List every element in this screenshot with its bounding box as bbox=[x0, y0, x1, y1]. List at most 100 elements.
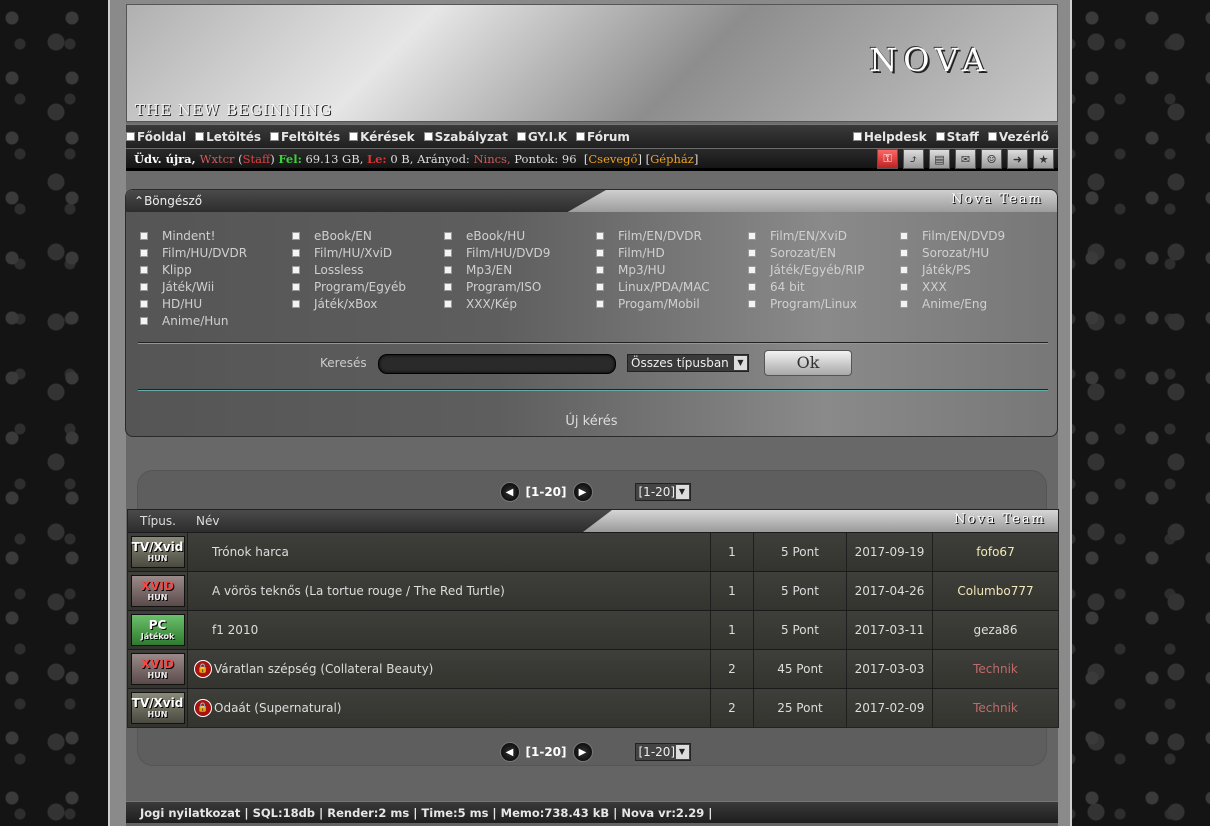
category-item[interactable]: XXX/Kép bbox=[444, 296, 596, 312]
category-checkbox[interactable] bbox=[292, 283, 300, 291]
search-input[interactable] bbox=[378, 354, 616, 374]
category-item[interactable]: Anime/Eng bbox=[900, 296, 1052, 312]
category-item[interactable]: Film/EN/DVD9 bbox=[900, 228, 1052, 244]
next-page-icon[interactable]: ▶ bbox=[572, 742, 593, 762]
category-item[interactable]: Film/HU/DVDR bbox=[140, 245, 292, 261]
category-checkbox[interactable] bbox=[140, 283, 148, 291]
category-item[interactable]: Linux/PDA/MAC bbox=[596, 279, 748, 295]
category-item[interactable]: Program/Egyéb bbox=[292, 279, 444, 295]
category-checkbox[interactable] bbox=[444, 283, 452, 291]
category-checkbox[interactable] bbox=[900, 249, 908, 257]
request-name-link[interactable]: Trónok harca bbox=[212, 545, 289, 559]
category-checkbox[interactable] bbox=[292, 249, 300, 257]
category-checkbox[interactable] bbox=[292, 300, 300, 308]
nav-item-right0[interactable]: Helpdesk bbox=[853, 130, 927, 144]
category-checkbox[interactable] bbox=[596, 283, 604, 291]
nav-item-left6[interactable]: Fórum bbox=[576, 130, 630, 144]
category-item[interactable]: HD/HU bbox=[140, 296, 292, 312]
category-checkbox[interactable] bbox=[292, 232, 300, 240]
category-item[interactable]: Progam/Mobil bbox=[596, 296, 748, 312]
category-item[interactable]: Mp3/EN bbox=[444, 262, 596, 278]
category-badge[interactable]: TV/Xvid HUN bbox=[130, 692, 185, 724]
category-item[interactable]: Mindent! bbox=[140, 228, 292, 244]
chat-link[interactable]: Csevegő bbox=[588, 152, 637, 166]
category-item[interactable]: Lossless bbox=[292, 262, 444, 278]
category-checkbox[interactable] bbox=[444, 300, 452, 308]
category-item[interactable]: Film/EN/DVDR bbox=[596, 228, 748, 244]
prev-page-icon[interactable]: ◀ bbox=[499, 482, 520, 502]
ok-button[interactable]: Ok bbox=[764, 350, 852, 376]
key-icon[interactable]: ⚿ bbox=[877, 149, 898, 169]
category-checkbox[interactable] bbox=[748, 232, 756, 240]
category-checkbox[interactable] bbox=[140, 317, 148, 325]
category-checkbox[interactable] bbox=[140, 300, 148, 308]
nav-item-left3[interactable]: Kérések bbox=[349, 130, 415, 144]
category-checkbox[interactable] bbox=[444, 249, 452, 257]
category-item[interactable]: Film/HD bbox=[596, 245, 748, 261]
category-checkbox[interactable] bbox=[140, 249, 148, 257]
category-badge[interactable]: PC Játékok bbox=[130, 614, 185, 646]
category-item[interactable]: eBook/HU bbox=[444, 228, 596, 244]
category-checkbox[interactable] bbox=[596, 300, 604, 308]
category-checkbox[interactable] bbox=[748, 249, 756, 257]
category-checkbox[interactable] bbox=[140, 232, 148, 240]
table-row[interactable]: TV/Xvid HUN 🔒 Odaát (Supernatural) 2 25 Pont 2… bbox=[128, 688, 1058, 727]
request-name-link[interactable]: f1 2010 bbox=[212, 623, 258, 637]
table-row[interactable]: PC Játékok f1 2010 1 5 Pont 2017-03-11 geza86 bbox=[128, 610, 1058, 649]
category-item[interactable]: 64 bit bbox=[748, 279, 900, 295]
request-name-link[interactable]: A vörös teknős (La tortue rouge / The Re… bbox=[212, 584, 505, 598]
page-select[interactable]: [1-20] ▼ bbox=[634, 483, 691, 501]
category-item[interactable]: Film/EN/XviD bbox=[748, 228, 900, 244]
category-checkbox[interactable] bbox=[292, 266, 300, 274]
nav-item-left4[interactable]: Szabályzat bbox=[424, 130, 508, 144]
type-select[interactable]: Összes típusban ▼ bbox=[627, 354, 749, 372]
category-badge[interactable]: XVID HUN bbox=[130, 653, 185, 685]
category-badge[interactable]: TV/Xvid HUN bbox=[130, 536, 185, 568]
nav-item-left5[interactable]: GY.I.K bbox=[517, 130, 567, 144]
table-row[interactable]: TV/Xvid HUN Trónok harca 1 5 Pont 2017-09-19 f… bbox=[128, 532, 1058, 571]
category-checkbox[interactable] bbox=[596, 232, 604, 240]
category-item[interactable]: Játék/Egyéb/RIP bbox=[748, 262, 900, 278]
user-link[interactable]: Technik bbox=[933, 689, 1058, 727]
browser-title[interactable]: Böngésző bbox=[144, 194, 202, 208]
mail-icon[interactable]: ✉ bbox=[955, 149, 976, 169]
category-checkbox[interactable] bbox=[748, 300, 756, 308]
category-item[interactable]: Játék/PS bbox=[900, 262, 1052, 278]
machine-room-link[interactable]: Gépház bbox=[650, 152, 694, 166]
category-item[interactable]: Anime/Hun bbox=[140, 313, 292, 329]
nav-item-left2[interactable]: Feltöltés bbox=[270, 130, 340, 144]
category-checkbox[interactable] bbox=[444, 266, 452, 274]
category-checkbox[interactable] bbox=[596, 249, 604, 257]
category-item[interactable]: Játék/xBox bbox=[292, 296, 444, 312]
category-checkbox[interactable] bbox=[900, 283, 908, 291]
category-checkbox[interactable] bbox=[900, 232, 908, 240]
prev-page-icon[interactable]: ◀ bbox=[499, 742, 520, 762]
col-type[interactable]: Típus. bbox=[140, 514, 176, 528]
category-item[interactable]: Sorozat/EN bbox=[748, 245, 900, 261]
category-item[interactable]: XXX bbox=[900, 279, 1052, 295]
next-page-icon[interactable]: ▶ bbox=[572, 482, 593, 502]
site-logo[interactable]: NOVA bbox=[869, 41, 991, 79]
category-item[interactable]: Sorozat/HU bbox=[900, 245, 1052, 261]
col-name[interactable]: Név bbox=[196, 514, 219, 528]
arrow-right-icon[interactable]: ➜ bbox=[1007, 149, 1028, 169]
request-name-link[interactable]: Váratlan szépség (Collateral Beauty) bbox=[214, 662, 433, 676]
category-item[interactable]: Mp3/HU bbox=[596, 262, 748, 278]
chart-icon[interactable]: ⤴ bbox=[903, 149, 924, 169]
nav-item-right2[interactable]: Vezérlő bbox=[988, 130, 1049, 144]
username-link[interactable]: Wxtcr bbox=[200, 152, 235, 166]
category-item[interactable]: Klipp bbox=[140, 262, 292, 278]
category-item[interactable]: eBook/EN bbox=[292, 228, 444, 244]
nav-item-left0[interactable]: Főoldal bbox=[126, 130, 186, 144]
category-checkbox[interactable] bbox=[748, 266, 756, 274]
star-icon[interactable]: ★ bbox=[1033, 149, 1054, 169]
new-request-link[interactable]: Új kérés bbox=[126, 414, 1057, 429]
table-row[interactable]: XVID HUN A vörös teknős (La tortue rouge /… bbox=[128, 571, 1058, 610]
category-badge[interactable]: XVID HUN bbox=[130, 575, 185, 607]
category-checkbox[interactable] bbox=[596, 266, 604, 274]
category-item[interactable]: Film/HU/XviD bbox=[292, 245, 444, 261]
user-link[interactable]: Columbo777 bbox=[933, 572, 1058, 610]
user-link[interactable]: Technik bbox=[933, 650, 1058, 688]
user-link[interactable]: geza86 bbox=[933, 611, 1058, 649]
nav-item-left1[interactable]: Letöltés bbox=[195, 130, 261, 144]
